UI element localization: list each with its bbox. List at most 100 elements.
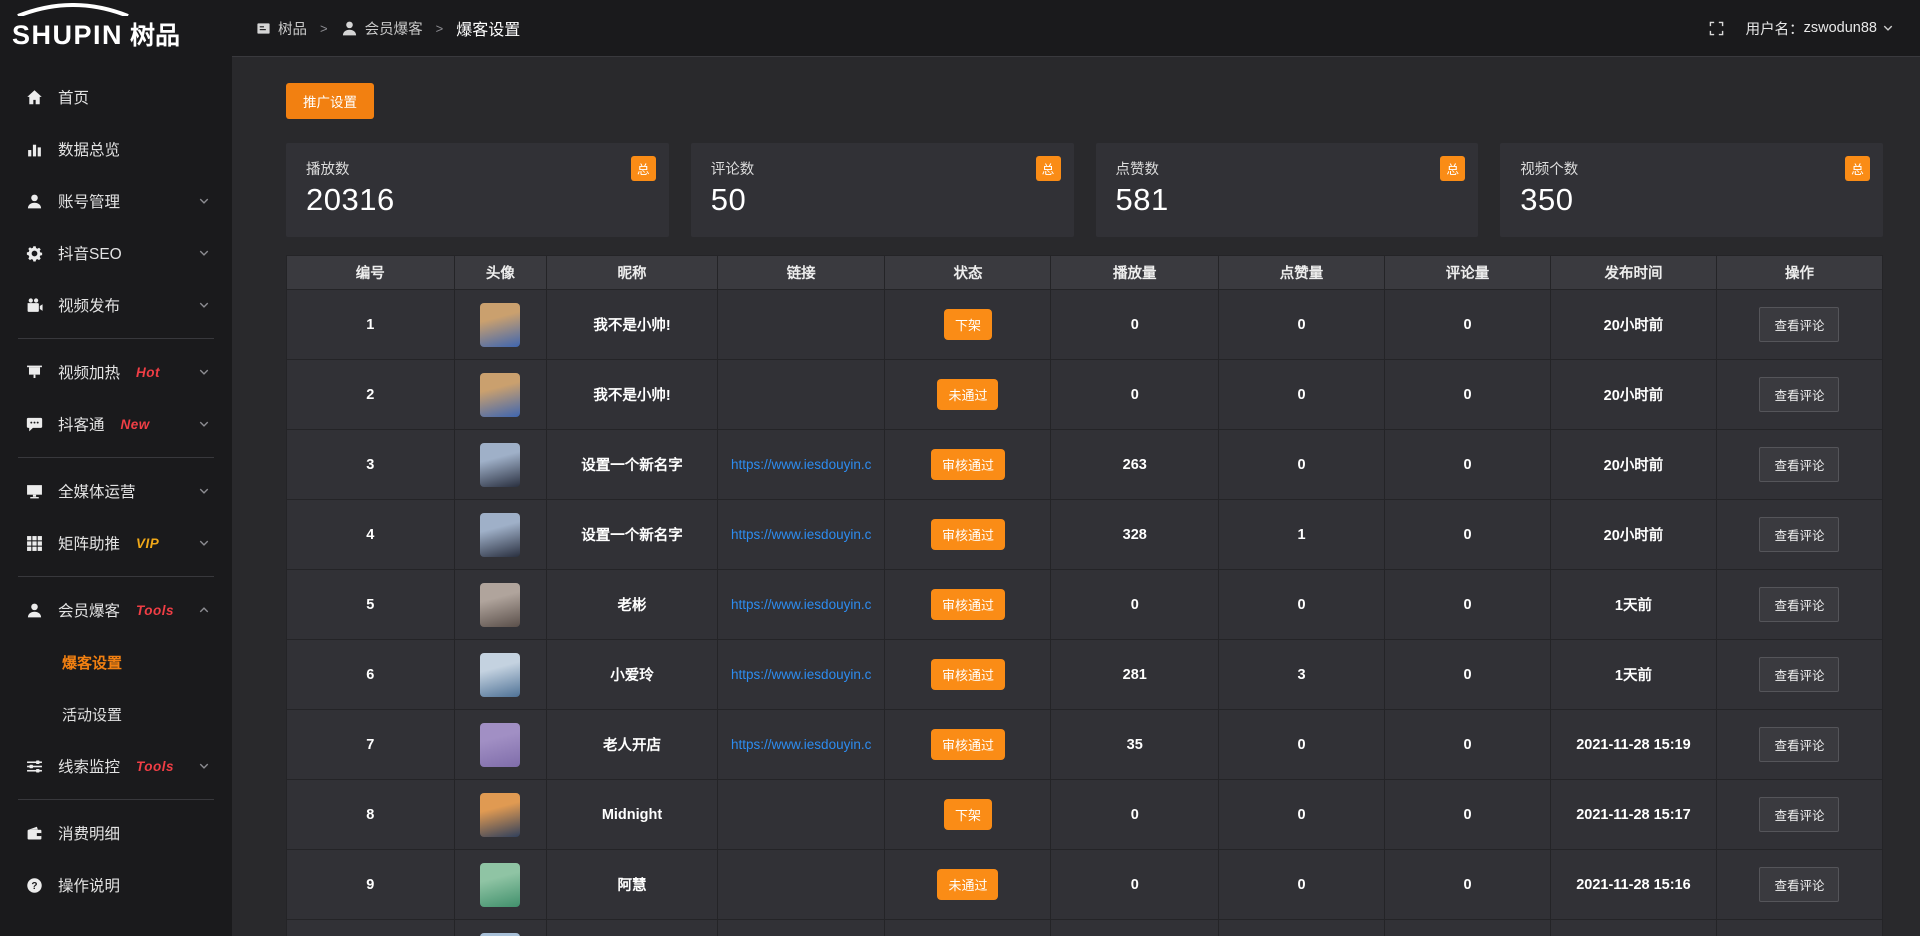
sidebar-item-label: 账号管理 bbox=[58, 190, 120, 212]
view-comments-button[interactable]: 查看评论 bbox=[1759, 447, 1839, 482]
sidebar-item-consumption-detail[interactable]: 消费明细 bbox=[0, 807, 232, 859]
user-icon bbox=[341, 20, 358, 37]
sidebar-item-operation-guide[interactable]: ? 操作说明 bbox=[0, 859, 232, 911]
stat-label: 播放数 bbox=[306, 158, 649, 179]
stat-card: 播放数 20316 总 bbox=[286, 143, 669, 237]
sidebar-item-clue-monitor[interactable]: 线索监控 Tools bbox=[0, 740, 232, 792]
cell-id: 7 bbox=[287, 710, 455, 780]
video-link[interactable]: https://www.iesdouyin.c bbox=[731, 667, 871, 682]
stat-value: 50 bbox=[711, 182, 1054, 218]
cell-nickname: 我不是小帅! bbox=[547, 360, 718, 430]
cell-link: https://www.iesdouyin.c bbox=[717, 640, 885, 710]
sidebar-item-label: 视频发布 bbox=[58, 294, 120, 316]
cell-avatar bbox=[454, 920, 547, 936]
sidebar-item-member-baoke[interactable]: 会员爆客 Tools bbox=[0, 584, 232, 636]
cell-id: 8 bbox=[287, 780, 455, 850]
sidebar-item-badge: Tools bbox=[136, 603, 174, 618]
breadcrumb-item-member-baoke[interactable]: 会员爆客 bbox=[341, 18, 423, 39]
cell-action: 查看评论 bbox=[1716, 500, 1882, 570]
view-comments-button[interactable]: 查看评论 bbox=[1759, 797, 1839, 832]
stat-value: 581 bbox=[1116, 182, 1459, 218]
sidebar-subitem-activity-settings[interactable]: 活动设置 bbox=[0, 688, 232, 740]
cell-plays: 35 bbox=[1051, 710, 1219, 780]
cell-action: 查看评论 bbox=[1716, 710, 1882, 780]
video-link[interactable]: https://www.iesdouyin.c bbox=[731, 597, 871, 612]
status-badge: 下架 bbox=[944, 309, 992, 340]
comment-icon bbox=[24, 416, 44, 433]
cell-avatar bbox=[454, 430, 547, 500]
cell-status: 审核通过 bbox=[885, 640, 1051, 710]
cell-avatar bbox=[454, 360, 547, 430]
sidebar-item-video-publish[interactable]: 视频发布 bbox=[0, 279, 232, 331]
cell-link bbox=[717, 780, 885, 850]
cell-likes: 0 bbox=[1219, 360, 1385, 430]
sidebar-item-home[interactable]: 首页 bbox=[0, 71, 232, 123]
breadcrumb: 树品 > 会员爆客 > 爆客设置 bbox=[256, 16, 520, 40]
cell-avatar bbox=[454, 780, 547, 850]
cell-avatar bbox=[454, 850, 547, 920]
panel-icon bbox=[256, 21, 271, 36]
breadcrumb-item-shupin[interactable]: 树品 bbox=[256, 18, 307, 39]
view-comments-button[interactable]: 查看评论 bbox=[1759, 517, 1839, 552]
sidebar-item-label: 全媒体运营 bbox=[58, 480, 136, 502]
chevron-down-icon bbox=[198, 760, 210, 772]
total-badge: 总 bbox=[1440, 156, 1465, 181]
cell-likes: 0 bbox=[1219, 710, 1385, 780]
status-badge: 审核通过 bbox=[931, 449, 1005, 480]
view-comments-button[interactable]: 查看评论 bbox=[1759, 657, 1839, 692]
sliders-icon bbox=[24, 758, 44, 775]
cell-time: 2021-11-28 15:19 bbox=[1550, 710, 1716, 780]
username[interactable]: zswodun88 bbox=[1804, 20, 1877, 36]
promo-settings-button[interactable]: 推广设置 bbox=[286, 83, 374, 119]
username-label: 用户名： bbox=[1746, 18, 1804, 39]
avatar bbox=[480, 933, 520, 936]
view-comments-button[interactable]: 查看评论 bbox=[1759, 307, 1839, 342]
total-badge: 总 bbox=[631, 156, 656, 181]
sidebar-item-badge: New bbox=[121, 417, 150, 432]
cell-status: 未通过 bbox=[885, 360, 1051, 430]
chevron-down-icon[interactable] bbox=[1882, 22, 1894, 34]
sidebar-divider bbox=[18, 457, 214, 458]
sidebar-item-media-operation[interactable]: 全媒体运营 bbox=[0, 465, 232, 517]
cell-time: 1天前 bbox=[1550, 640, 1716, 710]
sidebar-item-data-overview[interactable]: 数据总览 bbox=[0, 123, 232, 175]
table-row: 1 我不是小帅! 下架 0 0 0 20小时前 查看评论 bbox=[287, 290, 1883, 360]
chevron-down-icon bbox=[198, 485, 210, 497]
video-link[interactable]: https://www.iesdouyin.c bbox=[731, 457, 871, 472]
sidebar-item-account-management[interactable]: 账号管理 bbox=[0, 175, 232, 227]
table-header-row: 编号头像昵称链接状态播放量点赞量评论量发布时间操作 bbox=[287, 256, 1883, 290]
video-link[interactable]: https://www.iesdouyin.c bbox=[731, 527, 871, 542]
sidebar-item-video-heat[interactable]: 视频加热 Hot bbox=[0, 346, 232, 398]
gear-icon bbox=[24, 245, 44, 262]
cell-action: 查看评论 bbox=[1716, 570, 1882, 640]
sidebar-item-label: 数据总览 bbox=[58, 138, 120, 160]
sidebar-subitem-baoke-settings[interactable]: 爆客设置 bbox=[0, 636, 232, 688]
view-comments-button[interactable]: 查看评论 bbox=[1759, 377, 1839, 412]
video-link[interactable]: https://www.iesdouyin.c bbox=[731, 737, 871, 752]
fullscreen-icon[interactable] bbox=[1709, 21, 1724, 36]
home-icon bbox=[24, 89, 44, 106]
monitor-icon bbox=[24, 483, 44, 500]
stat-label: 点赞数 bbox=[1116, 158, 1459, 179]
view-comments-button[interactable]: 查看评论 bbox=[1759, 867, 1839, 902]
chevron-up-icon bbox=[198, 604, 210, 616]
wallet-icon bbox=[24, 825, 44, 842]
sidebar-item-label: 抖客通 bbox=[58, 413, 105, 435]
stat-label: 视频个数 bbox=[1520, 158, 1863, 179]
topbar: 树品 > 会员爆客 > 爆客设置 用户名： zswodun88 bbox=[232, 0, 1920, 57]
avatar bbox=[480, 653, 520, 697]
cell-plays: 281 bbox=[1051, 640, 1219, 710]
breadcrumb-label: 会员爆客 bbox=[365, 18, 423, 39]
sidebar-item-doukotong[interactable]: 抖客通 New bbox=[0, 398, 232, 450]
view-comments-button[interactable]: 查看评论 bbox=[1759, 727, 1839, 762]
sidebar-divider bbox=[18, 799, 214, 800]
cell-id: 4 bbox=[287, 500, 455, 570]
app: SHUPIN 树品 首页 数据总览 账号管理 抖音SEO 视频发布 视频加热 H… bbox=[0, 0, 1920, 936]
sidebar-item-douyin-seo[interactable]: 抖音SEO bbox=[0, 227, 232, 279]
table-row: 8 Midnight 下架 0 0 0 2021-11-28 15:17 查看评… bbox=[287, 780, 1883, 850]
svg-text:?: ? bbox=[31, 881, 37, 892]
cell-status: 未通过 bbox=[885, 850, 1051, 920]
view-comments-button[interactable]: 查看评论 bbox=[1759, 587, 1839, 622]
sidebar-item-matrix-boost[interactable]: 矩阵助推 VIP bbox=[0, 517, 232, 569]
column-header: 状态 bbox=[885, 256, 1051, 290]
